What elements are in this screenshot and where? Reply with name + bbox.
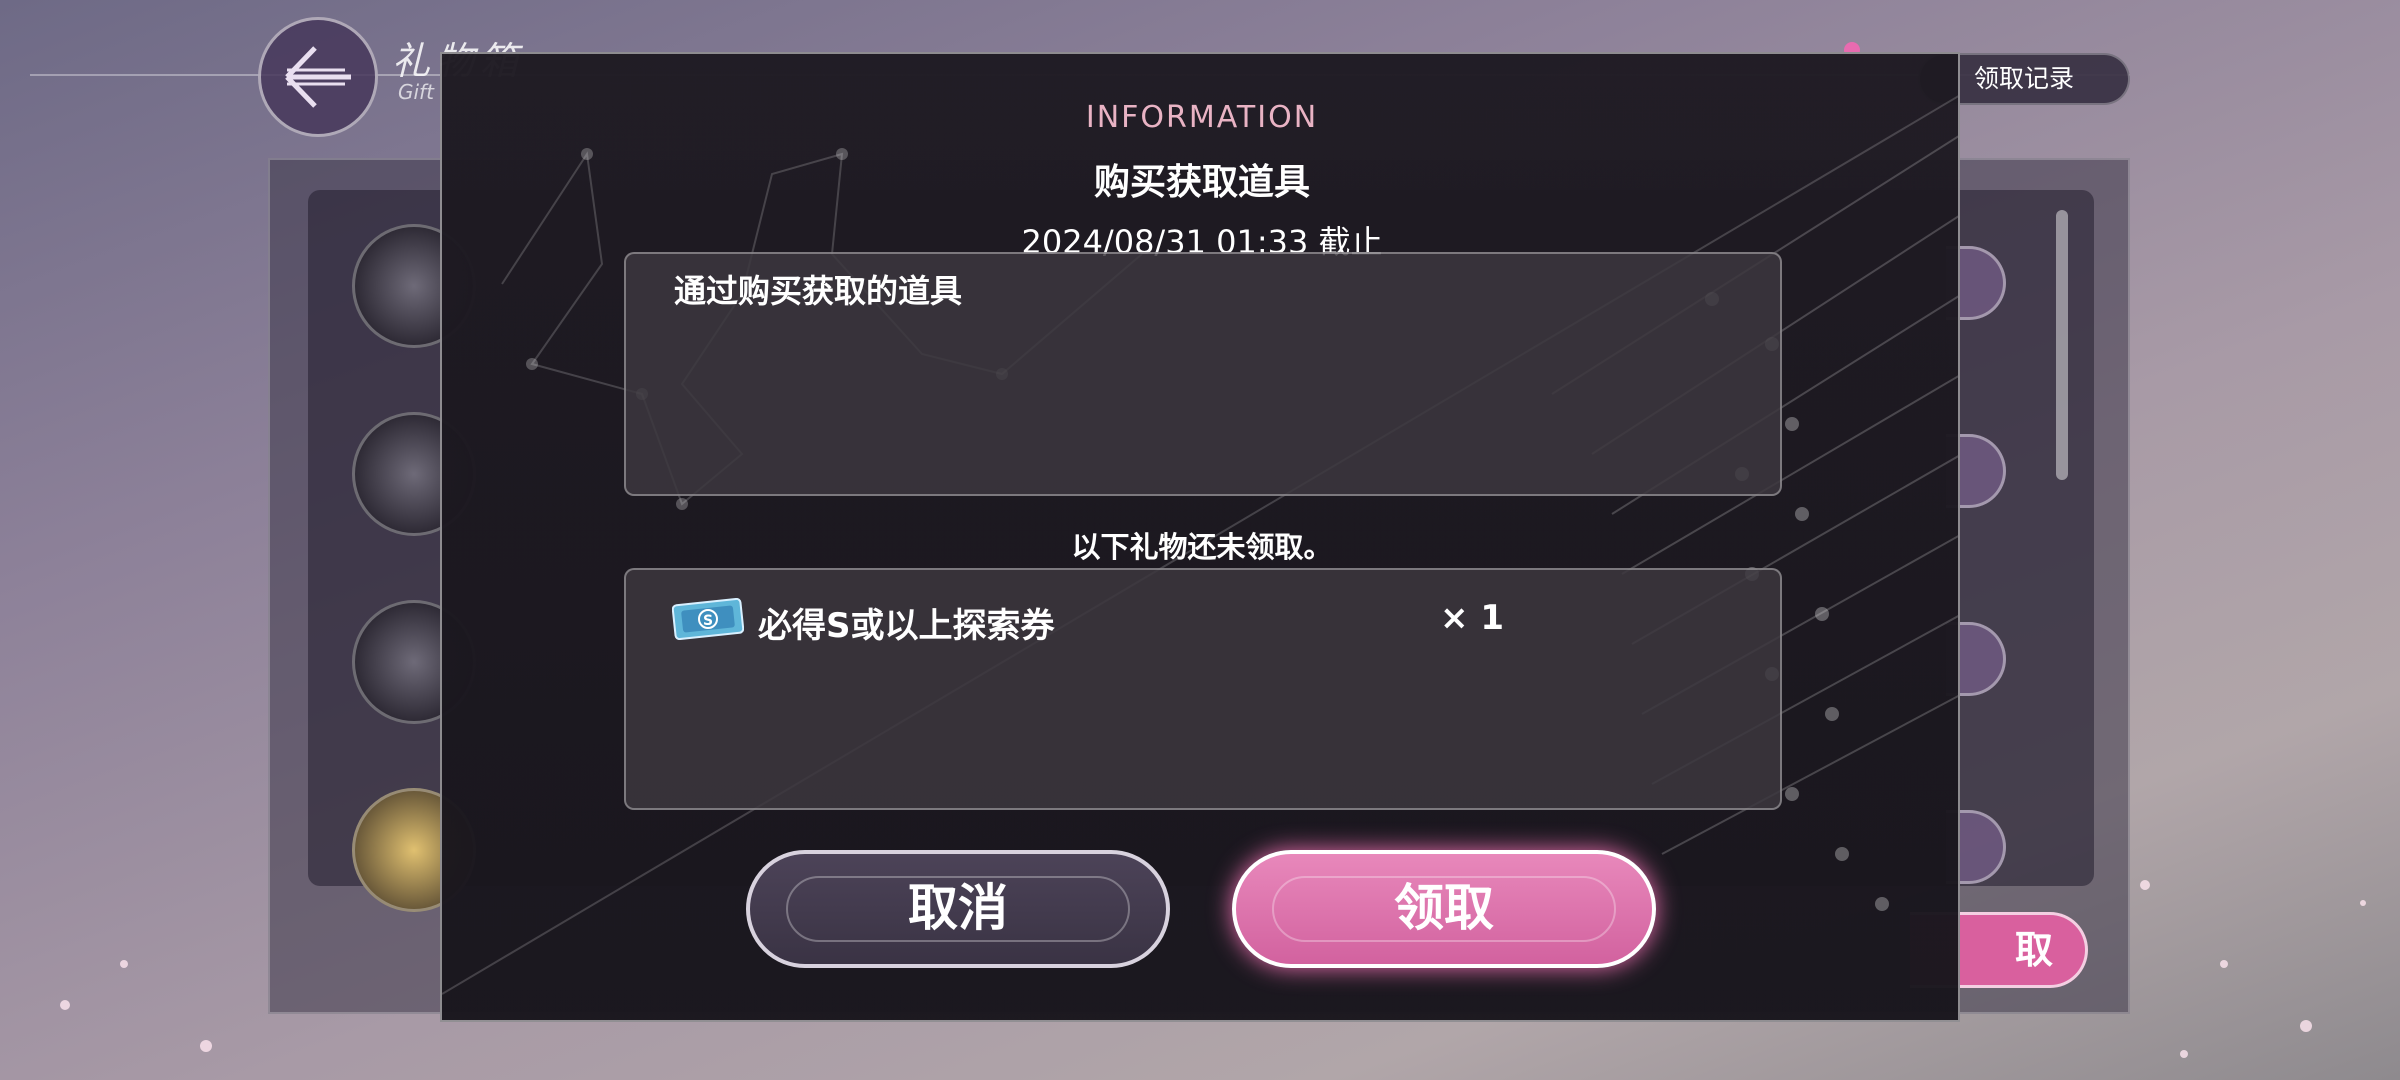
page-subtitle: Gift <box>398 80 434 104</box>
sparkle <box>200 1040 212 1052</box>
description-text: 通过购买获取的道具 <box>674 272 963 310</box>
list-item: S 必得S或以上探索券 × 1 <box>672 590 1732 650</box>
svg-text:S: S <box>703 613 713 629</box>
claim-button-label: 领取 <box>1394 879 1494 937</box>
claim-button[interactable]: 领取 <box>1232 850 1656 968</box>
dialog-title: 购买获取道具 <box>1093 162 1310 203</box>
back-button[interactable] <box>258 17 378 137</box>
cancel-button[interactable]: 取消 <box>746 850 1170 968</box>
unclaimed-notice: 以下礼物还未领取。 <box>1071 530 1333 564</box>
sparkle <box>2300 1020 2312 1032</box>
item-quantity: × 1 <box>1440 598 1504 638</box>
sparkle <box>2180 1050 2188 1058</box>
gift-list-scrollbar[interactable] <box>2056 210 2068 480</box>
cancel-button-label: 取消 <box>908 879 1008 937</box>
sparkle <box>120 960 128 968</box>
sparkle <box>2360 900 2366 906</box>
information-dialog: INFORMATION 购买获取道具 2024/08/31 01:33 截止 通… <box>440 52 1960 1022</box>
dialog-label: INFORMATION <box>1085 100 1319 135</box>
ticket-icon: S <box>672 598 744 640</box>
description-box: 通过购买获取的道具 <box>624 252 1782 496</box>
sparkle <box>60 1000 70 1010</box>
item-name: 必得S或以上探索券 <box>758 606 1055 646</box>
back-arrow-icon <box>285 46 351 108</box>
sparkle <box>2140 880 2150 890</box>
sparkle <box>2220 960 2228 968</box>
unclaimed-items-box: S 必得S或以上探索券 × 1 <box>624 568 1782 810</box>
